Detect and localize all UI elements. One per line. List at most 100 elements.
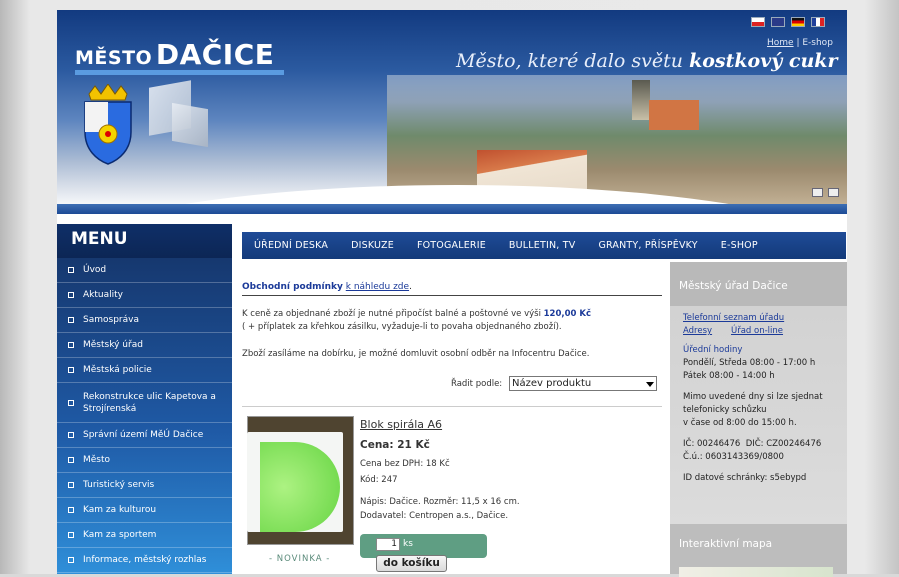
terms-dot: .: [409, 282, 412, 292]
bullet-icon: [68, 432, 74, 438]
menu-item-aktuality[interactable]: Aktuality: [57, 283, 232, 308]
left-menu: Úvod Aktuality Samospráva Městský úřad M…: [57, 258, 232, 574]
menu-item-label: Městská policie: [83, 365, 152, 375]
sort-select[interactable]: Název produktu: [509, 376, 657, 391]
menu-item-mesto[interactable]: Město: [57, 448, 232, 473]
top-links: Home | E-shop: [767, 38, 833, 48]
terms-label: Obchodní podmínky: [242, 282, 343, 292]
language-flags: [751, 17, 825, 27]
menu-item-mestska-policie[interactable]: Městská policie: [57, 358, 232, 383]
menu-item-label: Městský úřad: [83, 340, 143, 350]
product-supplier: Dodavatel: Centropen a.s., Dačice.: [360, 511, 509, 521]
logo-small-text: MĚSTO: [75, 47, 153, 69]
shipping-price: 120,00 Kč: [543, 309, 592, 319]
slogan-text: Město, které dalo světu: [456, 50, 684, 72]
menu-item-label: Město: [83, 455, 111, 465]
menu-item-label: Turistický servis: [83, 480, 155, 490]
menu-title: MENU: [57, 224, 232, 258]
bullet-icon: [68, 292, 74, 298]
menu-item-kam-za-kulturou[interactable]: Kam za kulturou: [57, 498, 232, 523]
ic-number: IČ: 00246476: [683, 439, 741, 449]
de-flag-icon[interactable]: [791, 17, 805, 27]
email-icon[interactable]: [812, 188, 823, 197]
menu-item-mestsky-urad[interactable]: Městský úřad: [57, 333, 232, 358]
right-sidebar: Městský úřad Dačice Telefonní seznam úřa…: [670, 262, 847, 577]
divider: [242, 406, 662, 407]
bullet-icon: [68, 457, 74, 463]
nav-bulletin[interactable]: BULLETIN, TV: [509, 240, 576, 251]
shipping-info: K ceně za objednané zboží je nutné připo…: [242, 308, 667, 334]
menu-item-label: Správní území MěÚ Dačice: [83, 430, 204, 440]
data-box-id: ID datové schránky: s5ebypd: [683, 473, 807, 483]
slogan-bold: kostkový cukr: [689, 50, 838, 72]
tax-ids: IČ: 00246476 DIČ: CZ00246476: [683, 438, 834, 451]
nav-diskuze[interactable]: DISKUZE: [351, 240, 394, 251]
appointment-3: v čase od 8:00 do 15:00 h.: [683, 418, 797, 428]
terms-link[interactable]: k náhledu zde: [346, 282, 409, 292]
home-link[interactable]: Home: [767, 38, 794, 48]
nav-uredni-deska[interactable]: ÚŘEDNÍ DESKA: [254, 240, 328, 251]
menu-item-samosprava[interactable]: Samospráva: [57, 308, 232, 333]
quantity-input[interactable]: 1: [376, 538, 400, 551]
header-banner: MĚSTO DAČICE Město, které dalo světu kos…: [57, 10, 847, 230]
logo-big-text: DAČICE: [155, 38, 275, 71]
sort-value: Název produktu: [512, 378, 592, 389]
sidebar-links-row: Adresy Úřad on-line: [683, 325, 834, 338]
uk-flag-icon[interactable]: [771, 17, 785, 27]
nav-fotogalerie[interactable]: FOTOGALERIE: [417, 240, 486, 251]
bullet-icon: [68, 267, 74, 273]
cz-flag-icon[interactable]: [751, 17, 765, 27]
addresses-link[interactable]: Adresy: [683, 326, 712, 336]
shipping-text: K ceně za objednané zboží je nutné připo…: [242, 309, 541, 319]
menu-item-label: Rekonstrukce ulic Kapetova a Strojírensk…: [83, 391, 216, 414]
product-price-novat: Cena bez DPH: 18 Kč: [360, 459, 450, 469]
shipping-surcharge: ( + příplatek za křehkou zásilku, vyžadu…: [242, 322, 562, 332]
product-description: Nápis: Dačice. Rozměr: 11,5 x 16 cm.: [360, 497, 520, 507]
eshop-link[interactable]: E-shop: [802, 38, 833, 48]
menu-item-rekonstrukce[interactable]: Rekonstrukce ulic Kapetova a Strojírensk…: [57, 383, 232, 423]
office-hours-title: Úřední hodiny: [683, 345, 743, 355]
chevron-down-icon: [646, 382, 654, 387]
menu-item-label: Aktuality: [83, 290, 123, 300]
dic-number: DIČ: CZ00246476: [745, 439, 822, 449]
bullet-icon: [68, 367, 74, 373]
bullet-icon: [68, 557, 74, 563]
online-office-link[interactable]: Úřad on-line: [731, 326, 783, 336]
sugar-cube-decoration-2: [172, 102, 208, 148]
office-hours-2: Pátek 08:00 - 14:00 h: [683, 371, 775, 381]
bullet-icon: [68, 532, 74, 538]
page-tools: [812, 188, 839, 197]
phone-directory-link[interactable]: Telefonní seznam úřadu: [683, 312, 834, 325]
product-price: Cena: 21 Kč: [360, 439, 430, 451]
bullet-icon: [68, 482, 74, 488]
nav-granty[interactable]: GRANTY, PŘÍSPĚVKY: [598, 240, 697, 251]
print-icon[interactable]: [828, 188, 839, 197]
menu-item-label: Kam za kulturou: [83, 505, 157, 515]
add-to-cart-button[interactable]: do košíku: [376, 555, 447, 572]
menu-item-turisticky-servis[interactable]: Turistický servis: [57, 473, 232, 498]
sidebar-title: Městský úřad Dačice: [670, 262, 847, 306]
menu-item-informace[interactable]: Informace, městský rozhlas: [57, 548, 232, 573]
interactive-map[interactable]: [679, 567, 833, 577]
product-name[interactable]: Blok spirála A6: [360, 418, 442, 431]
bullet-icon: [68, 507, 74, 513]
site-container: MĚSTO DAČICE Město, které dalo světu kos…: [57, 10, 847, 577]
menu-item-label: Kam za sportem: [83, 530, 157, 540]
fr-flag-icon[interactable]: [811, 17, 825, 27]
bullet-icon: [68, 399, 74, 406]
menu-item-label: Samospráva: [83, 315, 139, 325]
bank-account: Č.ú.: 0603143369/0800: [683, 452, 784, 462]
menu-item-label: Úvod: [83, 265, 107, 275]
town-roofs: [477, 150, 587, 190]
map-title: Interaktivní mapa: [679, 538, 773, 550]
menu-item-label: Informace, městský rozhlas: [83, 555, 207, 565]
logo-underline: [75, 70, 284, 75]
menu-item-kam-za-sportem[interactable]: Kam za sportem: [57, 523, 232, 548]
map-section: Interaktivní mapa: [670, 524, 847, 577]
site-logo[interactable]: MĚSTO DAČICE: [75, 38, 274, 71]
menu-item-spravni-uzemi[interactable]: Správní území MěÚ Dačice: [57, 423, 232, 448]
menu-item-uvod[interactable]: Úvod: [57, 258, 232, 283]
church-roof: [649, 100, 699, 130]
delivery-info: Zboží zasíláme na dobírku, je možné doml…: [242, 349, 590, 359]
nav-eshop[interactable]: E-SHOP: [721, 240, 758, 251]
